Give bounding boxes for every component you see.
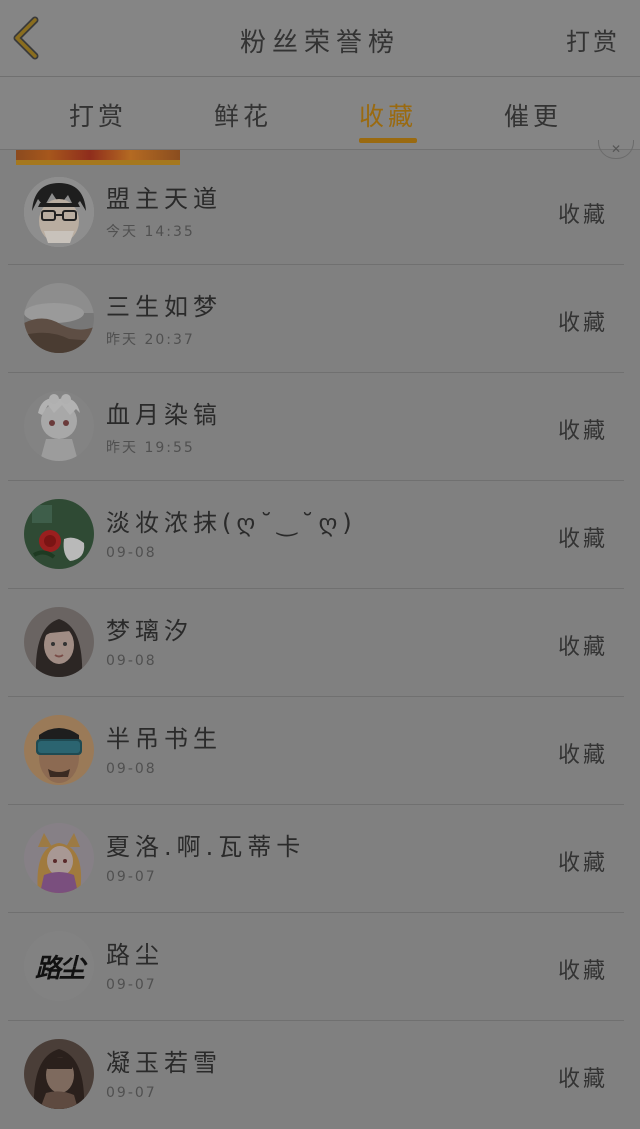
favorite-label: 收藏 (557, 851, 608, 876)
favorite-label: 收藏 (557, 635, 608, 660)
reward-button[interactable]: 打赏 (566, 22, 620, 57)
user-name: 半吊书生 (106, 725, 222, 753)
landscape-avatar-icon (24, 283, 94, 353)
list-item[interactable]: 血月染镐 昨天 19:55 收藏 (0, 373, 640, 481)
timestamp: 09-07 (106, 1085, 157, 1101)
timestamp: 09-07 (106, 869, 157, 885)
timestamp: 昨天 20:37 (106, 332, 195, 348)
user-name: 血月染镐 (106, 401, 222, 429)
timestamp: 昨天 19:55 (106, 440, 195, 456)
user-name: 夏洛.啊.瓦蒂卡 (106, 833, 306, 861)
top-bar: 粉丝荣誉榜 打赏 (0, 0, 640, 77)
list-item[interactable]: 路尘 路尘 09-07 收藏 (0, 913, 640, 1021)
list-item[interactable]: 三生如梦 昨天 20:37 收藏 (0, 265, 640, 373)
favorite-label: 收藏 (557, 743, 608, 768)
list-item[interactable]: 凝玉若雪 09-07 收藏 (0, 1021, 640, 1129)
list-item[interactable]: 夏洛.啊.瓦蒂卡 09-07 收藏 (0, 805, 640, 913)
timestamp: 09-07 (106, 977, 157, 993)
user-name: 凝玉若雪 (106, 1049, 222, 1077)
girl-portrait-avatar-icon (24, 607, 94, 677)
favorite-label: 收藏 (557, 527, 608, 552)
favorite-label: 收藏 (557, 203, 608, 228)
user-name: 路尘 (106, 941, 164, 969)
dark-portrait-avatar-icon (24, 1039, 94, 1109)
timestamp: 09-08 (106, 761, 157, 777)
tab-flowers[interactable]: 鲜花 (183, 97, 303, 133)
anime-girl-avatar-icon (24, 391, 94, 461)
list-item[interactable]: 梦璃汐 09-08 收藏 (0, 589, 640, 697)
timestamp: 今天 14:35 (106, 224, 195, 240)
tab-urge-update[interactable]: 催更 (473, 97, 593, 133)
man-goggles-avatar-icon (24, 715, 94, 785)
page-title: 粉丝荣誉榜 (239, 28, 400, 58)
calligraphy-avatar-icon: 路尘 (24, 931, 94, 1001)
user-name: 三生如梦 (106, 293, 222, 321)
anime-fox-girl-avatar-icon (24, 823, 94, 893)
red-rose-avatar-icon (24, 499, 94, 569)
favorite-label: 收藏 (557, 959, 608, 984)
user-name: 盟主天道 (106, 185, 222, 213)
active-tab-indicator (359, 138, 417, 143)
favorite-label: 收藏 (557, 311, 608, 336)
favorite-label: 收藏 (557, 1067, 608, 1092)
user-name: 梦璃汐 (106, 617, 193, 645)
favorite-label: 收藏 (557, 419, 608, 444)
user-name: 淡妆浓抹(ღ˘‿˘ღ) (106, 509, 357, 537)
glasses-boy-avatar-icon (24, 177, 94, 247)
tab-favorites[interactable]: 收藏 (328, 97, 448, 133)
timestamp: 09-08 (106, 653, 157, 669)
tab-bar: 打赏 鲜花 收藏 催更 (0, 77, 640, 150)
list-item[interactable]: 半吊书生 09-08 收藏 (0, 697, 640, 805)
timestamp: 09-08 (106, 545, 157, 561)
list-item[interactable]: 淡妆浓抹(ღ˘‿˘ღ) 09-08 收藏 (0, 481, 640, 589)
tab-reward[interactable]: 打赏 (38, 97, 158, 133)
list-item[interactable]: 盟主天道 今天 14:35 收藏 (0, 157, 640, 265)
